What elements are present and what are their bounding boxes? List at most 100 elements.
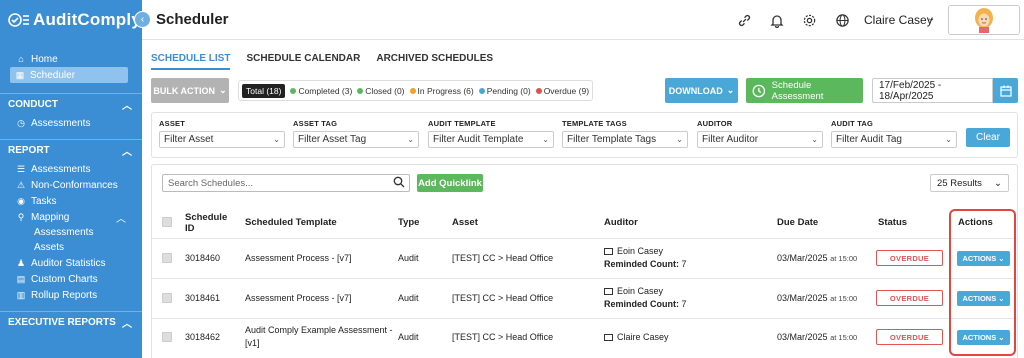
chevron-up-icon: ︿ <box>122 319 132 330</box>
filter-label: AUDITOR <box>697 119 733 128</box>
section-executive-reports[interactable]: EXECUTIVE REPORTS ︿ <box>0 311 142 333</box>
brand-name: AuditComply <box>33 10 141 29</box>
select-all-checkbox[interactable] <box>162 217 172 227</box>
column-header-schedule-id[interactable]: Schedule ID <box>185 212 227 234</box>
sidebar-item-rollup-reports[interactable]: ▥ Rollup Reports <box>0 287 142 303</box>
status-pill-pending[interactable]: Pending (0) <box>478 86 531 96</box>
calendar-picker-button[interactable] <box>993 78 1018 103</box>
search-icon[interactable] <box>393 176 405 188</box>
column-header-status[interactable]: Status <box>878 217 907 228</box>
audit-template-select[interactable]: Filter Audit Template ⌄ <box>428 131 554 148</box>
status-pill-overdue[interactable]: Overdue (9) <box>535 86 589 96</box>
schedule-id-cell: 3018461 <box>185 293 221 303</box>
sidebar-item-auditor-statistics[interactable]: ♟ Auditor Statistics <box>0 255 142 271</box>
tab-schedule-calendar[interactable]: SCHEDULE CALENDAR <box>246 53 360 70</box>
due-date-cell: 03/Mar/2025 at 15:00 <box>777 332 857 342</box>
sidebar-item-tasks[interactable]: ◉ Tasks <box>0 193 142 209</box>
filter-asset-tag: ASSET TAG Filter Asset Tag ⌄ <box>293 119 419 148</box>
template-cell[interactable]: Audit Comply Example Assessment - [v1] <box>245 325 393 348</box>
sidebar-item-label: Assessments <box>31 163 91 175</box>
gear-icon[interactable] <box>801 12 817 28</box>
auditor-cell: Eoin Casey Reminded Count: 7 <box>604 286 687 309</box>
actions-button[interactable]: ACTIONS ⌄ <box>957 291 1010 306</box>
status-pill-in-progress[interactable]: In Progress (6) <box>409 86 474 96</box>
list-icon: ☰ <box>16 163 26 174</box>
bulk-action-button[interactable]: BULK ACTION ⌄ <box>151 78 229 103</box>
sidebar-subitem-mapping-assessments[interactable]: Assessments <box>0 225 142 240</box>
column-header-auditor[interactable]: Auditor <box>604 217 638 228</box>
column-header-due-date[interactable]: Due Date <box>777 217 818 228</box>
sidebar: AuditComply ⌂ Home ▦ Scheduler CONDUCT ︿… <box>0 0 142 358</box>
column-header-scheduled-template[interactable]: Scheduled Template <box>245 217 337 228</box>
due-date-cell: 03/Mar/2025 at 15:00 <box>777 253 857 263</box>
type-cell: Audit <box>398 293 419 303</box>
filter-label: AUDIT TAG <box>831 119 874 128</box>
results-per-page-select[interactable]: 25 Results ⌄ <box>930 174 1009 192</box>
select-placeholder: Filter Auditor <box>702 134 759 145</box>
asset-tag-select[interactable]: Filter Asset Tag ⌄ <box>293 131 419 148</box>
template-cell[interactable]: Assessment Process - [v7] <box>245 293 352 303</box>
filter-audit-template: AUDIT TEMPLATE Filter Audit Template ⌄ <box>428 119 554 148</box>
sidebar-item-mapping[interactable]: ⚲ Mapping ︿ <box>0 209 142 225</box>
avatar[interactable] <box>948 5 1020 35</box>
filter-label: ASSET TAG <box>293 119 338 128</box>
bell-icon[interactable] <box>769 12 785 28</box>
schedule-assessment-button[interactable]: Schedule Assessment <box>746 78 863 103</box>
dot-icon <box>290 87 297 94</box>
collapse-sidebar-button[interactable]: ‹ <box>134 11 151 28</box>
filter-template-tags: TEMPLATE TAGS Filter Template Tags ⌄ <box>562 119 688 148</box>
template-cell[interactable]: Assessment Process - [v7] <box>245 253 352 263</box>
sidebar-item-conduct-assessments[interactable]: ◷ Assessments <box>0 115 142 131</box>
sidebar-item-label: Assessments <box>31 117 91 129</box>
sidebar-item-scheduler[interactable]: ▦ Scheduler <box>10 67 128 83</box>
column-header-type[interactable]: Type <box>398 217 419 228</box>
row-checkbox[interactable] <box>162 332 172 342</box>
sidebar-item-label: Scheduler <box>30 69 76 81</box>
chevron-down-icon[interactable]: ⌄ <box>927 13 935 24</box>
schedule-id-cell: 3018462 <box>185 332 221 342</box>
filters-panel: ASSET Filter Asset ⌄ ASSET TAG Filter Ass… <box>151 112 1018 158</box>
search-input[interactable]: Search Schedules... <box>162 174 410 192</box>
status-pill-completed[interactable]: Completed (3) <box>290 86 352 96</box>
asset-cell: [TEST] CC > Head Office <box>452 332 554 342</box>
chevron-up-icon: ︿ <box>122 147 132 158</box>
asset-cell: [TEST] CC > Head Office <box>452 253 554 263</box>
row-checkbox[interactable] <box>162 293 172 303</box>
tab-schedule-list[interactable]: SCHEDULE LIST <box>151 53 231 70</box>
status-filter-bar: Total (18) Completed (3) Closed (0) In P… <box>238 80 594 101</box>
chevron-down-icon: ⌄ <box>676 135 683 144</box>
header-line: Schedule <box>185 212 228 223</box>
link-icon[interactable] <box>736 12 752 28</box>
sidebar-subitem-mapping-assets[interactable]: Assets <box>0 240 142 255</box>
due-time: at 15:00 <box>830 294 858 303</box>
filter-asset: ASSET Filter Asset ⌄ <box>159 119 285 148</box>
sidebar-item-home[interactable]: ⌂ Home <box>0 51 142 67</box>
status-pill-total[interactable]: Total (18) <box>242 83 286 98</box>
download-button[interactable]: DOWNLOAD ⌄ <box>665 78 738 103</box>
audit-tag-select[interactable]: Filter Audit Tag ⌄ <box>831 131 957 148</box>
clear-filters-button[interactable]: Clear <box>966 128 1010 147</box>
brand-logo[interactable]: AuditComply <box>0 0 142 40</box>
sidebar-item-report-assessments[interactable]: ☰ Assessments <box>0 161 142 177</box>
actions-button[interactable]: ACTIONS ⌄ <box>957 251 1010 266</box>
template-tags-select[interactable]: Filter Template Tags ⌄ <box>562 131 688 148</box>
sidebar-item-non-conformances[interactable]: ⚠ Non-Conformances <box>0 177 142 193</box>
tab-archived-schedules[interactable]: ARCHIVED SCHEDULES <box>376 53 493 70</box>
asset-select[interactable]: Filter Asset ⌄ <box>159 131 285 148</box>
sidebar-item-custom-charts[interactable]: ▤ Custom Charts <box>0 271 142 287</box>
section-conduct[interactable]: CONDUCT ︿ <box>0 93 142 115</box>
asset-cell: [TEST] CC > Head Office <box>452 293 554 303</box>
row-checkbox[interactable] <box>162 253 172 263</box>
globe-icon[interactable] <box>834 12 850 28</box>
auditor-select[interactable]: Filter Auditor ⌄ <box>697 131 823 148</box>
section-report[interactable]: REPORT ︿ <box>0 139 142 161</box>
status-pill-closed[interactable]: Closed (0) <box>357 86 405 96</box>
chevron-down-icon: ⌄ <box>273 135 280 144</box>
add-quicklink-button[interactable]: Add Quicklink <box>417 174 483 192</box>
date-range-input[interactable]: 17/Feb/2025 - 18/Apr/2025 <box>872 78 993 103</box>
type-cell: Audit <box>398 253 419 263</box>
due-time: at 15:00 <box>830 333 858 342</box>
column-header-asset[interactable]: Asset <box>452 217 478 228</box>
actions-button[interactable]: ACTIONS ⌄ <box>957 330 1010 345</box>
user-menu-name[interactable]: Claire Casey <box>864 13 933 27</box>
